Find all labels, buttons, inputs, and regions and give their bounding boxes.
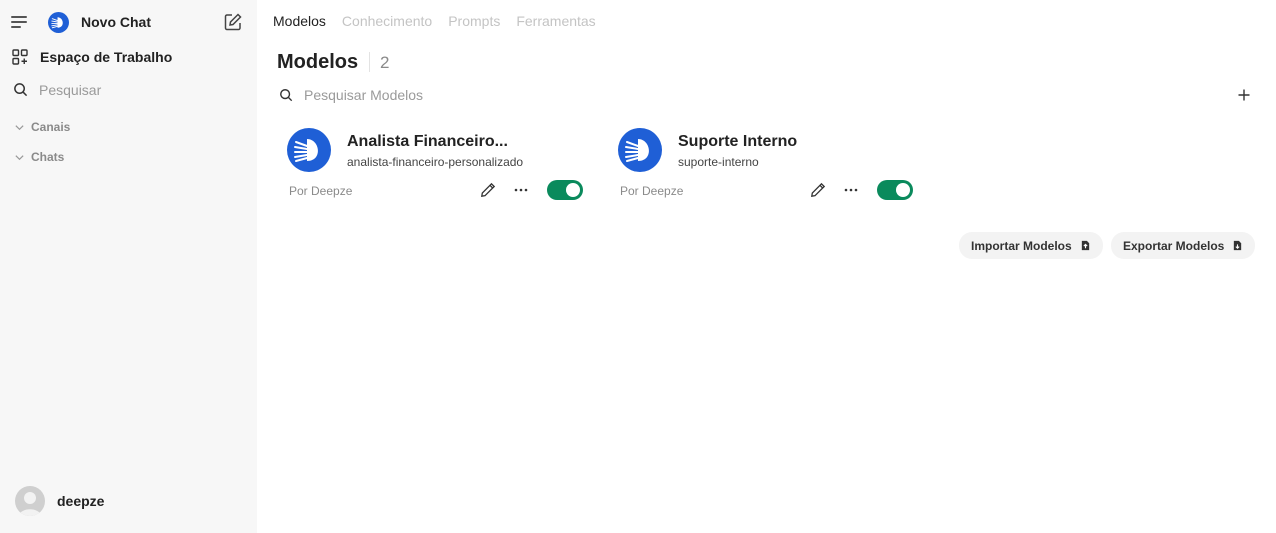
search-icon <box>14 83 28 97</box>
model-logo-icon <box>287 128 331 172</box>
chevron-down-icon <box>15 124 24 130</box>
main-content: Modelos Conhecimento Prompts Ferramentas… <box>257 0 1276 533</box>
tabs: Modelos Conhecimento Prompts Ferramentas <box>273 13 596 29</box>
sidebar-search[interactable]: Pesquisar <box>39 82 101 98</box>
section-label: Chats <box>31 150 65 164</box>
pencil-icon[interactable] <box>810 182 826 198</box>
title-divider <box>369 52 370 72</box>
toggle-knob <box>566 183 580 197</box>
export-models-button[interactable]: Exportar Modelos <box>1111 232 1256 259</box>
tab-ferramentas[interactable]: Ferramentas <box>516 13 595 29</box>
page-title: Modelos <box>277 51 359 73</box>
grid-icon <box>12 49 28 65</box>
chevron-down-icon <box>15 154 24 160</box>
model-count: 2 <box>380 53 390 72</box>
edit-icon[interactable] <box>223 12 243 32</box>
tab-modelos[interactable]: Modelos <box>273 13 326 29</box>
tab-prompts[interactable]: Prompts <box>448 13 500 29</box>
model-name: Analista Financeiro... <box>347 133 508 150</box>
model-name: Suporte Interno <box>678 133 798 150</box>
model-enabled-toggle[interactable] <box>877 180 913 200</box>
section-canais[interactable]: Canais <box>14 120 70 134</box>
new-chat-label[interactable]: Novo Chat <box>81 14 151 30</box>
sidebar: Novo Chat Espaço de Trabalho Pesquisar C… <box>0 0 257 533</box>
model-card[interactable]: Suporte Interno suporte-interno Por Deep… <box>608 126 918 206</box>
username[interactable]: deepze <box>57 493 104 509</box>
model-id: analista-financeiro-personalizado <box>347 155 524 169</box>
app: Novo Chat Espaço de Trabalho Pesquisar C… <box>0 0 1276 533</box>
model-author: Por Deepze <box>289 184 353 198</box>
pencil-icon[interactable] <box>480 182 496 198</box>
import-models-button[interactable]: Importar Modelos <box>959 232 1103 259</box>
logo-icon <box>48 12 69 33</box>
section-chats[interactable]: Chats <box>14 150 64 164</box>
avatar[interactable] <box>15 486 45 516</box>
avatar-icon <box>19 492 41 516</box>
model-enabled-toggle[interactable] <box>547 180 583 200</box>
add-model-button[interactable] <box>1236 87 1252 103</box>
more-options-icon[interactable] <box>843 182 859 198</box>
file-import-icon <box>1081 240 1089 251</box>
import-label: Importar Modelos <box>971 238 1072 253</box>
file-export-icon <box>1234 240 1242 251</box>
model-card[interactable]: Analista Financeiro... analista-financei… <box>277 126 587 206</box>
export-label: Exportar Modelos <box>1123 238 1225 253</box>
model-author: Por Deepze <box>620 184 684 198</box>
tab-conhecimento[interactable]: Conhecimento <box>342 13 432 29</box>
workspace-link[interactable]: Espaço de Trabalho <box>40 49 172 65</box>
search-icon <box>280 89 293 102</box>
model-logo-icon <box>618 128 662 172</box>
menu-icon[interactable] <box>11 14 29 30</box>
toggle-knob <box>896 183 910 197</box>
section-label: Canais <box>31 120 71 134</box>
model-id: suporte-interno <box>678 155 759 169</box>
more-options-icon[interactable] <box>513 182 529 198</box>
model-search-input[interactable] <box>304 85 904 105</box>
